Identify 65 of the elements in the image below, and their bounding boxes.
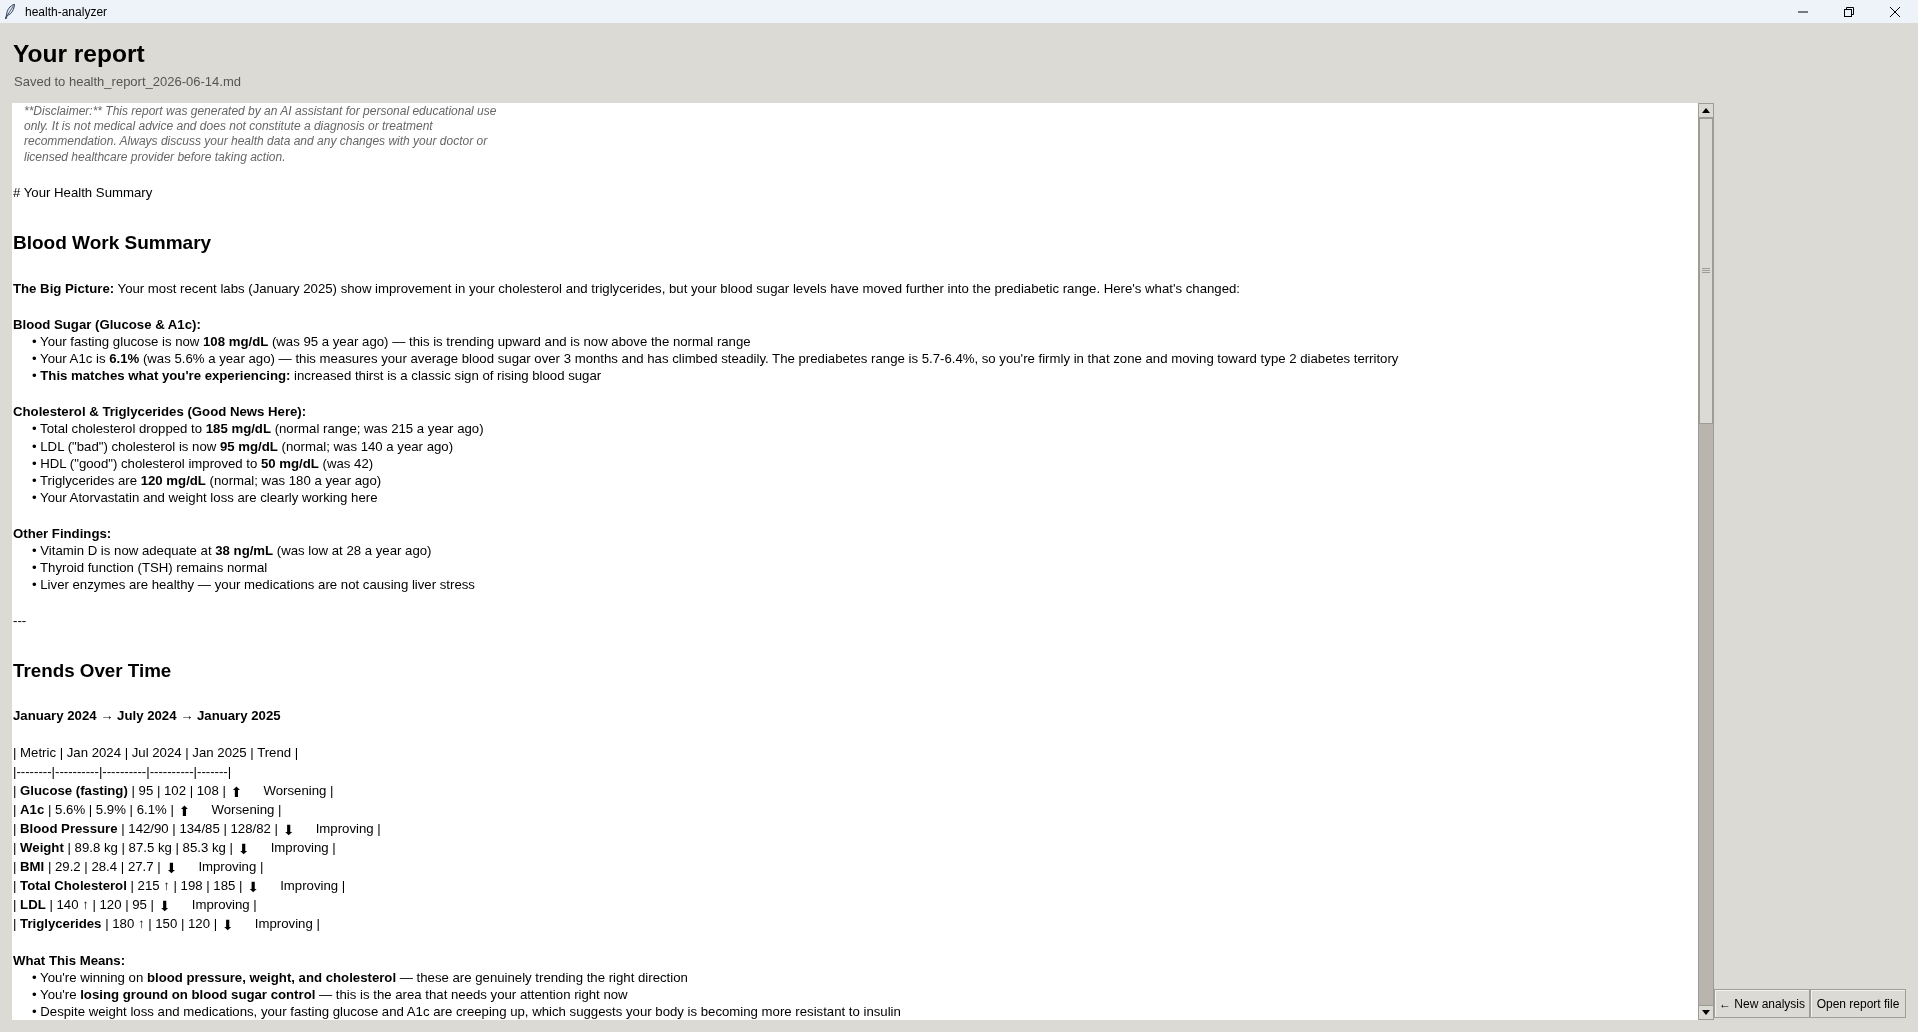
paragraph-text: The Big Picture: Your most recent labs (January 2025) show improvement in your cholesterol and triglycerides, but your blood sugar levels have moved further into the prediabetic range. Here's what's changed: [13, 280, 1240, 296]
scroll-up-button[interactable] [1698, 103, 1714, 118]
trend-text: Worsening | [211, 802, 282, 817]
table-line: | Metric | Jan 2024 | Jul 2024 | Jan 2025 | Trend | [13, 745, 299, 760]
trend-arrow: ⬆ [178, 804, 191, 819]
bullet-item: • Thyroid function (TSH) remains normal [32, 560, 268, 576]
caret-down-icon [1702, 1010, 1710, 1015]
trend-arrow: ⬇ [222, 918, 234, 933]
markdown-text: --- [13, 613, 27, 629]
trend-text: Improving | [315, 821, 381, 836]
table-row-text: | Weight | 89.8 kg | 87.5 kg | 85.3 kg | [13, 840, 233, 855]
trend-arrow: ⬆ [230, 785, 243, 800]
subheading-text: What This Means: [13, 953, 126, 968]
table-row-text: | Total Cholesterol | 215 ↑ | 198 | 185 | [13, 878, 243, 893]
window-title: health-analyzer [25, 4, 108, 19]
trend-text: Improving | [280, 878, 346, 893]
bullet-item: • Despite weight loss and medications, your fasting glucose and A1c are creeping up, which suggests your body is becoming more resistant to insulin [32, 1004, 901, 1020]
trend-arrow: ⬇ [159, 899, 171, 914]
bullet-item: • Vitamin D is now adequate at 38 ng/mL (was low at 28 a year ago) [32, 543, 432, 559]
table-line: |--------|----------|----------|----------|-------| [13, 764, 232, 779]
table-row-text: | A1c | 5.6% | 5.9% | 6.1% | [13, 802, 174, 817]
caret-up-icon [1702, 108, 1710, 113]
bullet-item: • Liver enzymes are healthy — your medications are not causing liver stress [32, 577, 475, 593]
section-heading: Blood Work Summary [13, 231, 212, 253]
grip-icon [1702, 268, 1710, 274]
table-row-text: | LDL | 140 ↑ | 120 | 95 | [13, 897, 155, 912]
markdown-text: # Your Health Summary [13, 184, 153, 200]
bullet-item: • You're losing ground on blood sugar control — this is the area that needs your attention right now [32, 987, 628, 1003]
bullet-item: • Your A1c is 6.1% (was 5.6% a year ago) — this measures your average blood sugar over 3 months and has climbed steadily. The prediabetes range is 5.7-6.4%, so you're firmly in that zone and moving toward type 2 diabetes territory [32, 351, 1399, 367]
trend-text: Improving | [270, 840, 336, 855]
subheading-text: Other Findings: [13, 525, 112, 541]
table-row-text: | Glucose (fasting) | 95 | 102 | 108 | [13, 783, 226, 798]
table-row-text: | Triglycerides | 180 ↑ | 150 | 120 | [13, 916, 218, 931]
bullet-item: • LDL ("bad") cholesterol is now 95 mg/dL (normal; was 140 a year ago) [32, 438, 454, 454]
subheading-text: Blood Sugar (Glucose & A1c): [13, 317, 201, 332]
trend-text: Improving | [254, 916, 320, 931]
report-title: Your report [13, 39, 145, 69]
scrollbar-thumb[interactable] [1699, 118, 1713, 424]
bullet-item: • HDL ("good") cholesterol improved to 50 mg/dL (was 42) [32, 455, 374, 471]
scroll-down-button[interactable] [1698, 1005, 1714, 1020]
trend-arrow: ⬇ [282, 823, 295, 838]
bullet-item: • You're winning on blood pressure, weight, and cholesterol — these are genuinely trending the right direction [32, 970, 688, 986]
restore-icon [1844, 6, 1854, 17]
trend-arrow: ⬇ [237, 842, 250, 857]
panel-button[interactable]: ← New analysis [1714, 989, 1810, 1018]
trend-text: Improving | [191, 897, 257, 912]
bullet-item: • Your fasting glucose is now 108 mg/dL (was 95 a year ago) — this is trending upward and is now above the normal range [32, 334, 751, 350]
subheading-text: January 2024 → July 2024 → January 2025 [13, 707, 281, 723]
disclaimer-text: **Disclaimer:** This report was generated by an AI assistant for personal educational use only. It is not medical advice and does not constitute a diagnosis or treatment recommendation. Always discuss your health data and any changes with your doctor or licensed healthcare provider before taking action. [24, 104, 498, 165]
trend-arrow: ⬇ [247, 880, 260, 895]
table-row-text: | BMI | 29.2 | 28.4 | 27.7 | [13, 859, 161, 874]
section-heading: Trends Over Time [13, 660, 172, 682]
table-row-text: | Blood Pressure | 142/90 | 134/85 | 128/82 | [13, 821, 278, 836]
bullet-item: • Total cholesterol dropped to 185 mg/dL (normal range; was 215 a year ago) [32, 421, 484, 437]
bullet-item: • Triglycerides are 120 mg/dL (normal; was 180 a year ago) [32, 472, 382, 488]
bullet-item: • This matches what you're experiencing: increased thirst is a classic sign of rising blood sugar [32, 368, 602, 384]
panel-button[interactable]: Open report file [1810, 989, 1906, 1018]
subheading-text: Cholesterol & Triglycerides (Good News Here): [13, 404, 307, 420]
trend-text: Improving | [198, 859, 264, 874]
saved-file-text: Saved to health_report_2026-06-14.md [14, 74, 241, 90]
close-icon [1890, 6, 1900, 17]
feather-icon [5, 4, 15, 19]
trend-text: Worsening | [263, 783, 334, 798]
trend-arrow: ⬇ [165, 861, 178, 876]
bullet-item: • Your Atorvastatin and weight loss are clearly working here [32, 489, 378, 505]
